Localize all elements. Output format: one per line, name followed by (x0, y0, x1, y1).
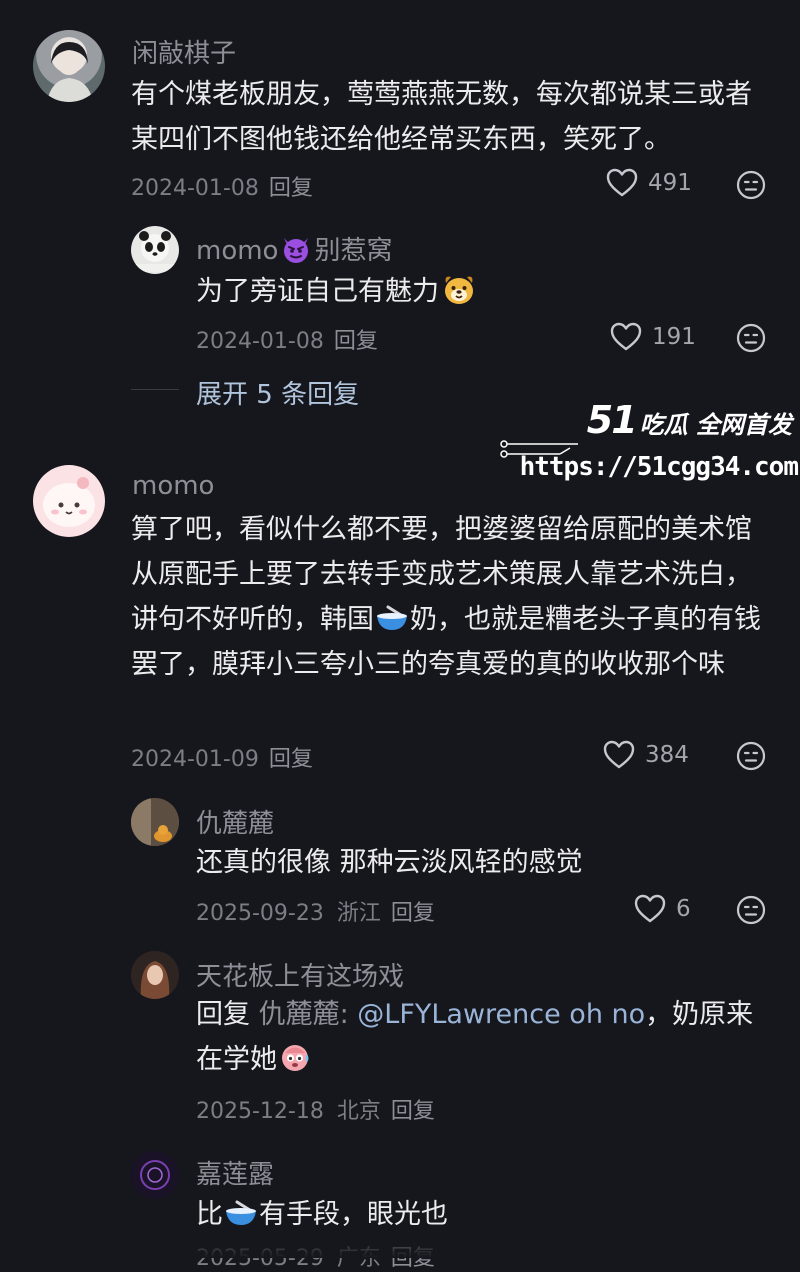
reply-username[interactable]: 嘉莲露 (196, 1154, 274, 1191)
reply-to-username[interactable]: 仇麓麓: (259, 999, 349, 1030)
reply-username[interactable]: 仇麓麓 (196, 803, 274, 840)
reply-meta: 2025-09-23 浙江 回复 (196, 895, 435, 927)
like-count: 6 (676, 896, 691, 922)
reply-button[interactable]: 回复 (269, 747, 313, 772)
reply-avatar[interactable] (131, 798, 179, 846)
dislike-face-icon[interactable] (736, 895, 766, 925)
reply-date: 2025-09-23 (196, 901, 324, 926)
reply-button[interactable]: 回复 (391, 901, 435, 926)
reply-meta: 2025-12-18 北京 回复 (196, 1093, 435, 1125)
comment-meta: 2024-01-09 回复 (131, 741, 313, 773)
comment-text: 算了吧，看似什么都不要，把婆婆留给原配的美术馆从原配手上要了去转手变成艺术策展人… (131, 507, 766, 687)
reply-location: 北京 (336, 1099, 381, 1124)
reply-text: 回复 仇麓麓: @LFYLawrence oh no，奶原来在学她 (196, 992, 766, 1082)
reply-location: 浙江 (336, 901, 381, 926)
reply-prefix: 回复 (196, 999, 250, 1030)
comment-username[interactable]: momo (132, 471, 214, 501)
avatar[interactable] (33, 465, 105, 537)
reply-avatar[interactable] (131, 951, 179, 999)
comment-item: momo 算了吧，看似什么都不要，把婆婆留给原配的美术馆从原配手上要了去转手变成… (0, 0, 800, 1271)
like-count: 384 (645, 742, 689, 768)
person-avatar-icon (131, 951, 179, 999)
bottom-fade (0, 1228, 800, 1258)
bowl-emoji-icon (377, 605, 407, 630)
reply-text-part1: 比 (196, 1199, 223, 1230)
sweat-face-emoji-icon (282, 1045, 309, 1071)
mention-link[interactable]: @LFYLawrence oh no (357, 999, 645, 1030)
like-button[interactable]: 384 (603, 740, 689, 770)
cartoon-avatar-icon (43, 477, 95, 527)
reply-date: 2025-12-18 (196, 1099, 324, 1124)
reply-text: 还真的很像 那种云淡风轻的感觉 (196, 847, 583, 878)
comment-date: 2024-01-09 (131, 747, 259, 772)
heart-outline-icon (603, 740, 635, 769)
cat-avatar-icon (131, 798, 179, 846)
bowl-emoji-icon (226, 1200, 256, 1225)
like-button[interactable]: 6 (634, 894, 691, 924)
reply-username[interactable]: 天花板上有这场戏 (196, 956, 404, 993)
reply-avatar[interactable] (131, 1151, 179, 1199)
dark-avatar-icon (131, 1151, 179, 1199)
reply-button[interactable]: 回复 (391, 1099, 435, 1124)
reply-text-part2: 有手段，眼光也 (259, 1199, 448, 1230)
heart-outline-icon (634, 894, 666, 923)
dislike-face-icon[interactable] (736, 741, 766, 771)
